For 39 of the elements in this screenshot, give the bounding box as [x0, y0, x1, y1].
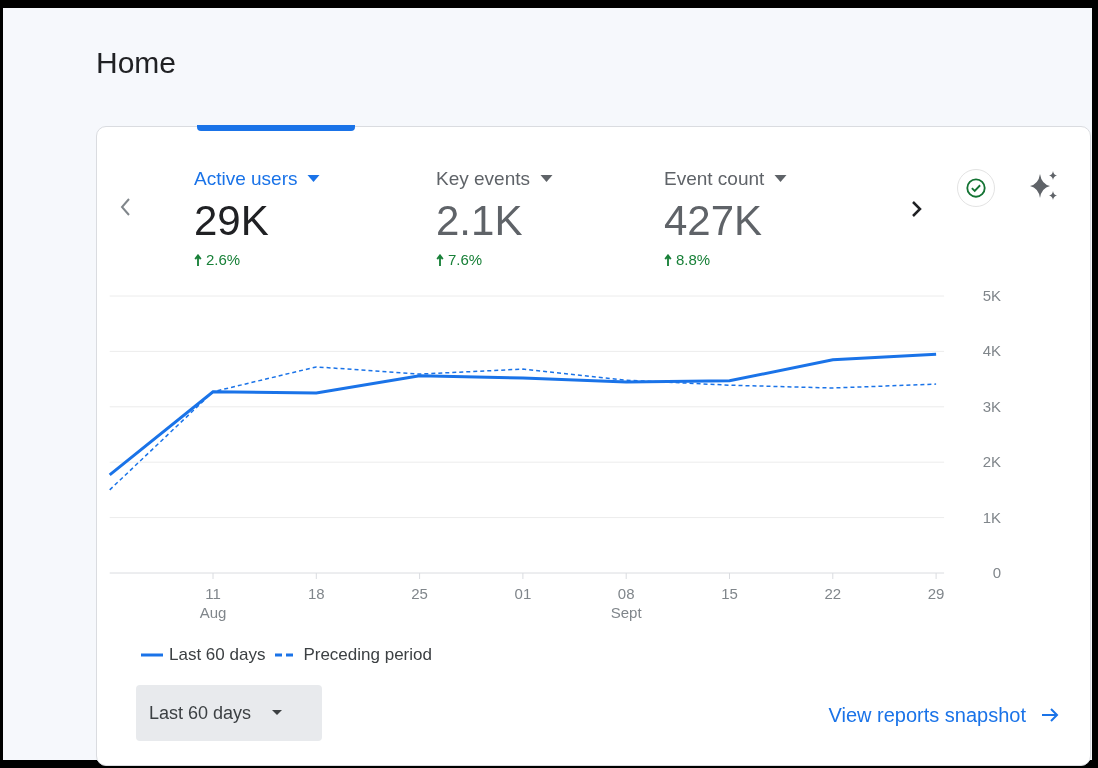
arrow-up-icon [436, 253, 444, 267]
axis-label: 15 [721, 585, 738, 602]
axis-label: 18 [307, 585, 325, 602]
axis-label: 11 Aug [199, 585, 227, 621]
page-title: Home [96, 45, 178, 81]
axis-label: 22 [824, 585, 842, 602]
metric-name: Key events [436, 166, 530, 191]
metric-name: Event count [664, 166, 765, 191]
date-range-dropdown[interactable]: Last 60 days [136, 685, 322, 741]
metric-value: 427K [664, 197, 763, 245]
axis-label: 1K [982, 508, 1001, 526]
legend-label: Preceding period [303, 644, 432, 667]
change-percent: 7.6% [448, 250, 483, 270]
metric-value: 29K [194, 197, 269, 245]
change-percent: 2.6% [206, 250, 241, 270]
metric-tab[interactable]: Active users 29K 2.6% [194, 127, 436, 272]
metric-tab[interactable]: Key events 2.1K 7.6% [436, 127, 664, 272]
arrow-up-icon [194, 253, 202, 267]
view-reports-link[interactable]: View reports snapshot [828, 700, 1060, 730]
metric-value: 2.1K [436, 197, 523, 245]
axis-label: 01 [514, 585, 532, 602]
caret-icon [307, 175, 321, 183]
solid-line-icon [141, 653, 163, 657]
axis-label: 3K [982, 397, 1001, 415]
caret-icon [271, 709, 284, 717]
legend-label: Last 60 days [169, 644, 266, 667]
axis-label: 25 [411, 585, 428, 602]
axis-label: 5K [982, 291, 1001, 304]
change-percent: 8.8% [676, 250, 711, 270]
arrow-up-icon [664, 253, 672, 267]
axis-label: 2K [982, 453, 1001, 471]
caret-icon [540, 175, 553, 183]
axis-label: 08 Sept [610, 585, 642, 621]
caret-icon [774, 175, 788, 183]
metric-name: Active users [194, 166, 298, 191]
axis-label: 4K [982, 342, 1001, 360]
axis-label: 29 [927, 585, 945, 602]
metric-tab[interactable]: Event count 427K 8.8% [664, 127, 894, 272]
axis-label: 0 [992, 564, 1001, 581]
